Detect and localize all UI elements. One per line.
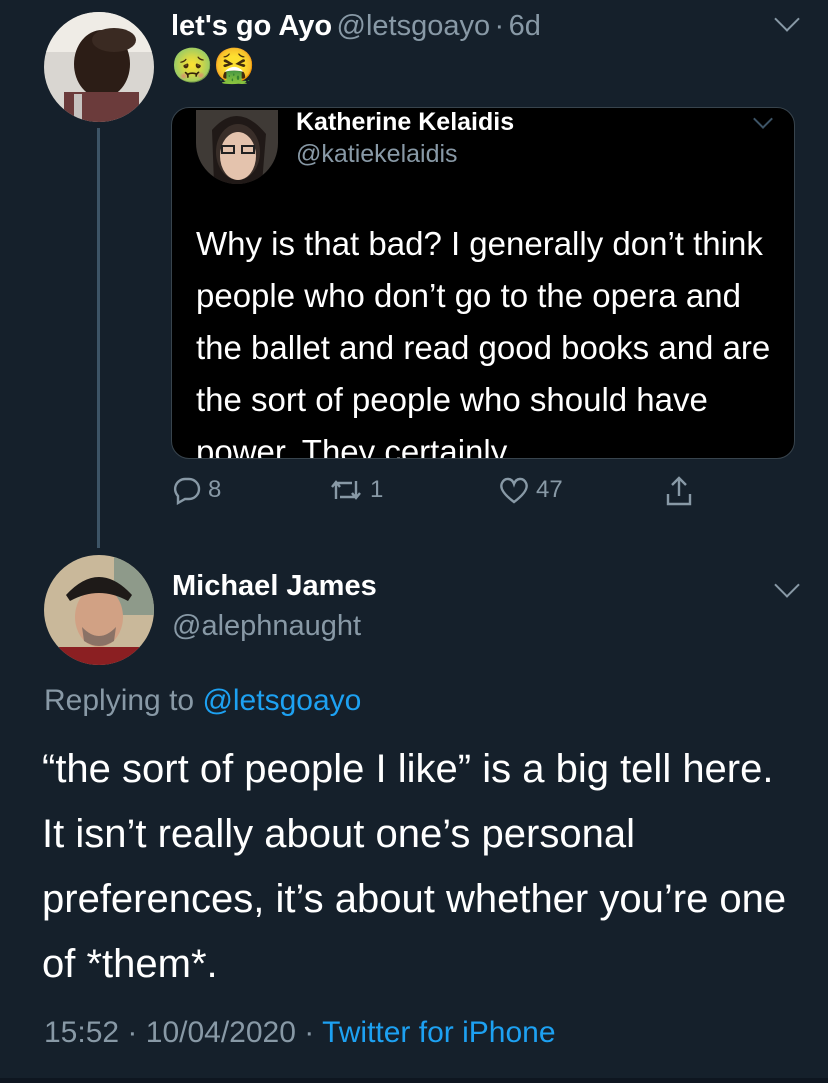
author-name[interactable]: let's go Ayo (171, 10, 332, 42)
chevron-down-icon[interactable] (774, 6, 800, 32)
divider (0, 1078, 828, 1083)
retweet-action[interactable]: 1 (328, 475, 383, 505)
tweet-meta: 15:52 · 10/04/2020 · Twitter for iPhone (44, 1016, 556, 1049)
reply-icon (173, 477, 201, 505)
avatar-alephnaught[interactable] (44, 555, 154, 665)
reply-author-handle[interactable]: @alephnaught (172, 610, 361, 643)
replying-to: Replying to @letsgoayo (44, 684, 361, 718)
time-separator: · (494, 10, 505, 42)
thread-line (97, 128, 100, 548)
avatar-letsgoayo[interactable] (44, 12, 154, 122)
replying-to-handle[interactable]: @letsgoayo (202, 684, 361, 717)
retweet-icon (331, 480, 361, 500)
tweet-date[interactable]: 10/04/2020 (146, 1016, 296, 1049)
replying-to-label: Replying to (44, 684, 195, 717)
like-count: 47 (536, 476, 563, 503)
author-handle[interactable]: @letsgoayo (337, 10, 491, 42)
tweet-emoji: 🤢🤮 (171, 47, 256, 85)
share-icon (666, 476, 692, 506)
quoted-author-handle[interactable]: @katiekelaidis (296, 140, 458, 169)
reply-action[interactable]: 8 (172, 475, 221, 505)
like-action[interactable]: 47 (498, 475, 563, 505)
heart-icon (500, 477, 528, 504)
tweet-header: let's go Ayo @letsgoayo · 6d (171, 10, 541, 43)
tweet-source[interactable]: Twitter for iPhone (322, 1016, 555, 1049)
reply-author-name[interactable]: Michael James (172, 570, 377, 603)
quoted-chevron-down-icon[interactable] (753, 109, 773, 129)
reply-text: “the sort of people I like” is a big tel… (42, 747, 787, 986)
tweet-time[interactable]: 6d (509, 10, 541, 42)
reply-count: 8 (208, 476, 222, 503)
share-action[interactable] (664, 474, 700, 508)
reply-chevron-down-icon[interactable] (774, 572, 800, 598)
quoted-author-name[interactable]: Katherine Kelaidis (296, 108, 514, 137)
retweet-count: 1 (370, 476, 384, 503)
quoted-tweet-card[interactable]: Katherine Kelaidis @katiekelaidis Why is… (171, 107, 795, 459)
tweet-time-full[interactable]: 15:52 (44, 1016, 119, 1049)
quoted-tweet-text: Why is that bad? I generally don’t think… (196, 225, 771, 459)
avatar-katiekelaidis[interactable] (196, 110, 278, 184)
